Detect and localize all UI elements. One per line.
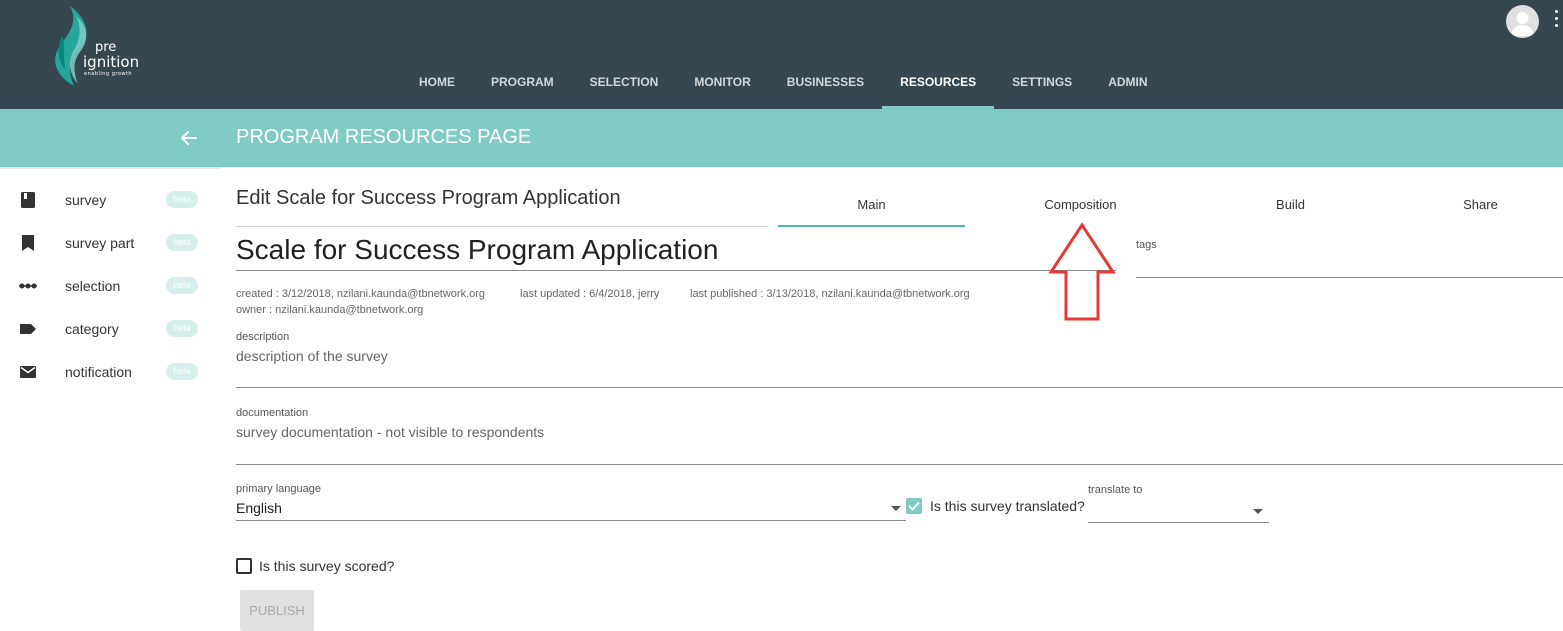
beta-badge: beta (166, 320, 198, 337)
nav-settings[interactable]: SETTINGS (994, 55, 1090, 109)
tags-label: tags (1136, 239, 1157, 251)
label-tag-icon (19, 320, 37, 338)
sidebar-item-label: selection (65, 277, 121, 294)
bookmark-icon (19, 234, 37, 252)
beta-badge: beta (166, 234, 198, 251)
sidebar-item-category[interactable]: category beta (0, 307, 221, 350)
survey-name-underline (236, 270, 1116, 271)
tab-build[interactable]: Build (1197, 190, 1384, 227)
documentation-label: documentation (236, 407, 309, 419)
beta-badge: beta (166, 277, 198, 294)
top-app-bar: pre ignition enabling growth HOME PROGRA… (0, 0, 1563, 109)
owner-info: owner : nzilani.kaunda@tbnetwork.org (236, 304, 424, 316)
survey-name-input[interactable]: Scale for Success Program Application (236, 234, 718, 266)
primary-language-label: primary language (236, 483, 321, 495)
sidebar-item-notification[interactable]: notification beta (0, 350, 221, 393)
logo-text-ignition: ignition (83, 53, 140, 71)
tab-share[interactable]: Share (1387, 190, 1563, 227)
nav-resources[interactable]: RESOURCES (882, 55, 995, 109)
sidebar-item-selection[interactable]: selection beta (0, 264, 221, 307)
main-nav: HOME PROGRAM SELECTION MONITOR BUSINESSE… (401, 55, 1166, 109)
dots-line-icon (19, 277, 37, 295)
nav-admin[interactable]: ADMIN (1090, 55, 1165, 109)
translated-label: Is this survey translated? (930, 498, 1085, 514)
envelope-icon (19, 363, 37, 381)
tags-input[interactable] (1136, 277, 1563, 278)
person-icon (1511, 12, 1534, 36)
tab-main[interactable]: Main (778, 190, 965, 227)
primary-language-underline (236, 520, 906, 521)
nav-businesses[interactable]: BUSINESSES (769, 55, 882, 109)
checkmark-icon (908, 501, 920, 511)
sidebar-item-survey[interactable]: survey beta (0, 178, 221, 221)
nav-selection[interactable]: SELECTION (572, 55, 677, 109)
translated-checkbox[interactable] (906, 498, 922, 514)
sidebar: survey beta survey part beta selection b… (0, 167, 221, 631)
nav-program[interactable]: PROGRAM (473, 55, 572, 109)
publish-button[interactable]: PUBLISH (240, 590, 314, 631)
book-icon (19, 191, 37, 209)
page-header: PROGRAM RESOURCES PAGE (0, 109, 1563, 167)
description-field[interactable]: description of the survey (236, 348, 388, 364)
created-info: created : 3/12/2018, nzilani.kaunda@tbne… (236, 288, 486, 300)
sidebar-item-label: survey (65, 191, 107, 208)
last-published-info: last published : 3/13/2018, nzilani.kaun… (690, 288, 970, 300)
translate-to-label: translate to (1088, 484, 1143, 496)
dropdown-caret-icon[interactable] (891, 506, 901, 511)
dropdown-caret-icon[interactable] (1253, 509, 1263, 514)
documentation-underline (236, 464, 1563, 465)
nav-home[interactable]: HOME (401, 55, 473, 109)
sidebar-item-label: category (65, 320, 119, 337)
primary-language-select[interactable]: English (236, 500, 282, 516)
back-arrow-icon[interactable] (178, 127, 200, 149)
sidebar-item-label: notification (65, 363, 132, 380)
description-underline (236, 387, 1563, 388)
page-title: PROGRAM RESOURCES PAGE (236, 126, 532, 148)
nav-monitor[interactable]: MONITOR (676, 55, 768, 109)
scored-label: Is this survey scored? (259, 558, 395, 574)
translate-to-select[interactable] (1088, 522, 1269, 523)
sidebar-item-survey-part[interactable]: survey part beta (0, 221, 221, 264)
divider (236, 226, 769, 227)
more-vert-icon[interactable] (1554, 10, 1560, 32)
sidebar-item-label: survey part (65, 234, 135, 251)
description-label: description (236, 331, 290, 343)
edit-heading: Edit Scale for Success Program Applicati… (236, 187, 621, 209)
scored-checkbox[interactable] (236, 558, 252, 574)
last-updated-info: last updated : 6/4/2018, jerry (520, 288, 660, 300)
annotation-arrow-icon (1048, 222, 1116, 321)
beta-badge: beta (166, 191, 198, 208)
documentation-field[interactable]: survey documentation - not visible to re… (236, 424, 544, 440)
beta-badge: beta (166, 363, 198, 380)
logo-tagline: enabling growth (84, 71, 133, 77)
user-avatar[interactable] (1506, 5, 1539, 38)
